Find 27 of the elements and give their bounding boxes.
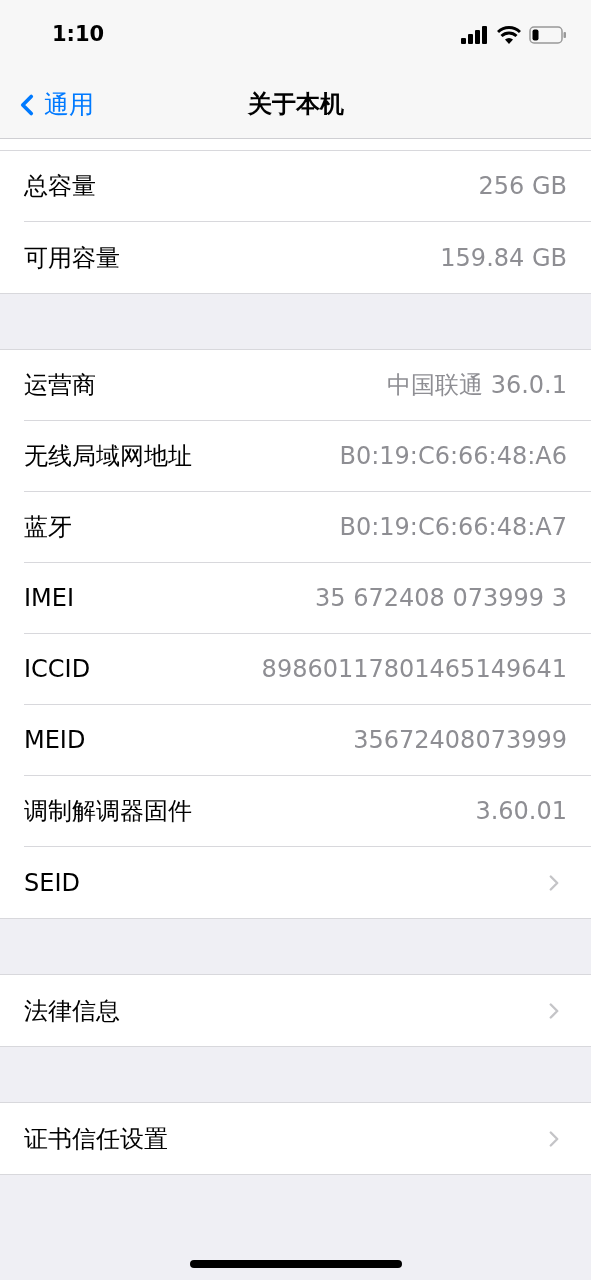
row-label: 证书信任设置 — [24, 1123, 168, 1155]
row-label: 法律信息 — [24, 995, 120, 1027]
row-value: B0:19:C6:66:48:A7 — [339, 512, 567, 543]
row-label: SEID — [24, 867, 80, 899]
back-button[interactable]: 通用 — [10, 86, 94, 124]
signal-icon — [461, 26, 489, 44]
row-value: 35 672408 073999 3 — [315, 583, 567, 614]
row-value: 89860117801465149641 — [261, 654, 567, 685]
battery-icon — [529, 26, 567, 44]
row-value: B0:19:C6:66:48:A6 — [339, 441, 567, 472]
row-label: MEID — [24, 725, 86, 756]
status-time: 1:10 — [52, 21, 105, 49]
row-label: 可用容量 — [24, 242, 120, 274]
row-value: 159.84 GB — [440, 242, 567, 274]
row-label: 运营商 — [24, 370, 96, 401]
wifi-icon — [497, 26, 521, 44]
row-label: 无线局域网地址 — [24, 441, 192, 472]
row-value: 3.60.01 — [475, 796, 567, 827]
row-label: 总容量 — [24, 171, 96, 202]
row-value: 256 GB — [478, 171, 567, 202]
row-value: 中国联通 36.0.1 — [387, 370, 567, 401]
row-label: 调制解调器固件 — [24, 796, 192, 827]
row-value: 35672408073999 — [353, 725, 567, 756]
nav-title: 关于本机 — [247, 89, 344, 120]
row-label: ICCID — [24, 654, 91, 685]
row-label: IMEI — [24, 583, 75, 614]
row-label: 蓝牙 — [24, 512, 72, 543]
